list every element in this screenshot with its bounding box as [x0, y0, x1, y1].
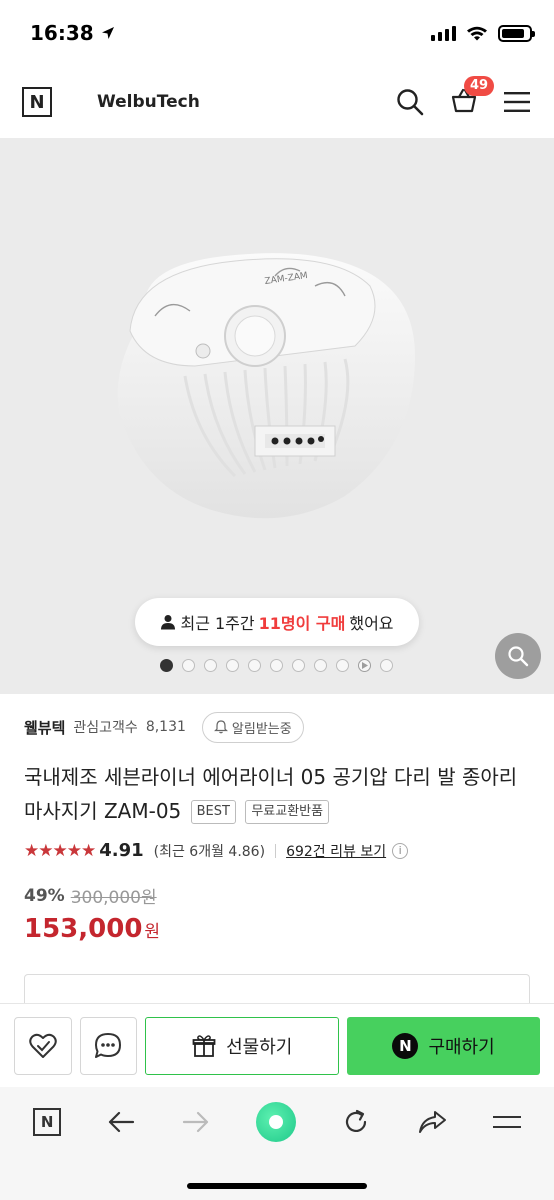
play-icon — [362, 662, 368, 669]
carousel-dot[interactable] — [380, 659, 393, 672]
store-header: N WelbuTech 49 — [0, 66, 554, 138]
interest-count: 8,131 — [145, 719, 186, 735]
gift-icon — [192, 1034, 216, 1057]
carousel-video-dot[interactable] — [358, 659, 371, 672]
discount-percent: 49% — [24, 885, 65, 906]
divider — [275, 843, 277, 858]
product-info: 웰뷰텍 관심고객수 8,131 알림받는중 국내제조 세븐라이너 에어라이너 0… — [0, 694, 554, 944]
signal-icon — [431, 25, 456, 41]
status-indicators — [431, 24, 535, 42]
seller-row: 웰뷰텍 관심고객수 8,131 알림받는중 — [24, 694, 530, 760]
zoom-button[interactable] — [495, 633, 541, 679]
magnifier-icon — [508, 646, 529, 667]
best-tag: BEST — [190, 800, 236, 824]
product-photo: ZAM-ZAM — [117, 253, 416, 519]
buy-label: 구매하기 — [428, 1036, 495, 1058]
rating-row: ★★★★★ 4.91 (최근 6개월 4.86) 692건 리뷰 보기 i — [24, 840, 530, 861]
product-title: 국내제조 세븐라이너 에어라이너 05 공기압 다리 발 종아리마사지기 ZAM… — [24, 760, 530, 828]
rating-stars: ★★★★★ — [24, 840, 96, 861]
share-icon[interactable] — [417, 1109, 447, 1135]
interest-label: 관심고객수 — [73, 720, 138, 736]
menu-icon[interactable] — [504, 91, 530, 113]
rating-score: 4.91 — [99, 840, 144, 861]
status-time: 16:38 — [30, 21, 116, 45]
price-block: 49% 300,000원 153,000 원 — [24, 883, 530, 945]
heart-check-icon — [29, 1033, 57, 1058]
original-price: 300,000원 — [70, 888, 157, 908]
person-icon — [161, 615, 176, 630]
hamburger-menu-icon[interactable] — [492, 1113, 521, 1131]
recent-rating: (최근 6개월 4.86) — [153, 843, 266, 860]
alarm-label: 알림받는중 — [231, 721, 292, 737]
home-indicator[interactable] — [187, 1183, 367, 1189]
green-dot-icon — [268, 1115, 283, 1129]
seller-name[interactable]: 웰뷰텍 — [24, 717, 65, 738]
store-name[interactable]: WelbuTech — [97, 92, 396, 112]
naver-home-button[interactable]: N — [33, 1108, 62, 1136]
carousel-dot[interactable] — [182, 659, 195, 672]
carousel-dot[interactable] — [270, 659, 283, 672]
currency-unit: 원 — [144, 922, 161, 942]
refresh-icon[interactable] — [342, 1108, 370, 1136]
talk-button[interactable] — [79, 1016, 138, 1075]
sale-price: 153,000 — [24, 914, 143, 944]
browser-toolbar: N — [0, 1087, 554, 1157]
notice-highlight: 11명이 구매 — [258, 614, 346, 633]
status-bar: 16:38 — [0, 0, 554, 66]
carousel-pagination — [160, 659, 393, 672]
search-icon[interactable] — [396, 88, 424, 116]
info-icon[interactable]: i — [392, 842, 409, 859]
header-actions: 49 — [396, 76, 530, 118]
chat-bubble-icon — [95, 1032, 122, 1058]
cart-button[interactable]: 49 — [450, 76, 495, 118]
carousel-dot[interactable] — [292, 659, 305, 672]
carousel-dot[interactable] — [160, 659, 173, 672]
back-arrow-icon[interactable] — [107, 1110, 135, 1134]
discount-row: 49% 300,000원 — [24, 883, 530, 909]
purchase-action-bar: 선물하기 N 구매하기 — [0, 1003, 554, 1087]
green-dot-button[interactable] — [255, 1102, 296, 1142]
gift-button[interactable]: 선물하기 — [145, 1016, 340, 1075]
free-return-tag: 무료교환반품 — [245, 800, 330, 824]
wishlist-button[interactable] — [14, 1016, 72, 1075]
battery-icon — [498, 24, 535, 42]
naver-logo-button[interactable]: N — [22, 87, 52, 117]
carousel-dot[interactable] — [204, 659, 217, 672]
bell-icon — [213, 720, 228, 734]
carousel-dot[interactable] — [336, 659, 349, 672]
carousel-dot[interactable] — [314, 659, 327, 672]
home-indicator-area — [0, 1157, 554, 1200]
cart-count-badge: 49 — [464, 76, 495, 96]
notice-prefix: 최근 1주간 — [180, 614, 255, 633]
carousel-dot[interactable] — [248, 659, 261, 672]
alarm-toggle-button[interactable]: 알림받는중 — [201, 711, 304, 743]
clock-text: 16:38 — [30, 21, 94, 45]
naverpay-logo: N — [392, 1032, 419, 1059]
forward-arrow-icon[interactable] — [182, 1110, 210, 1134]
notice-suffix: 했어요 — [349, 614, 394, 633]
buy-button[interactable]: N 구매하기 — [347, 1016, 540, 1075]
wifi-icon — [467, 26, 487, 41]
gift-label: 선물하기 — [226, 1036, 293, 1058]
carousel-dot[interactable] — [226, 659, 239, 672]
review-link[interactable]: 692건 리뷰 보기 — [286, 841, 386, 861]
product-image-carousel[interactable]: ZAM-ZAM 최근 1주간 11명이 구매 했어요 — [0, 138, 554, 694]
recent-purchase-notice: 최근 1주간 11명이 구매 했어요 — [135, 598, 419, 646]
location-arrow-icon — [101, 27, 114, 39]
sale-price-row: 153,000 원 — [24, 914, 530, 944]
